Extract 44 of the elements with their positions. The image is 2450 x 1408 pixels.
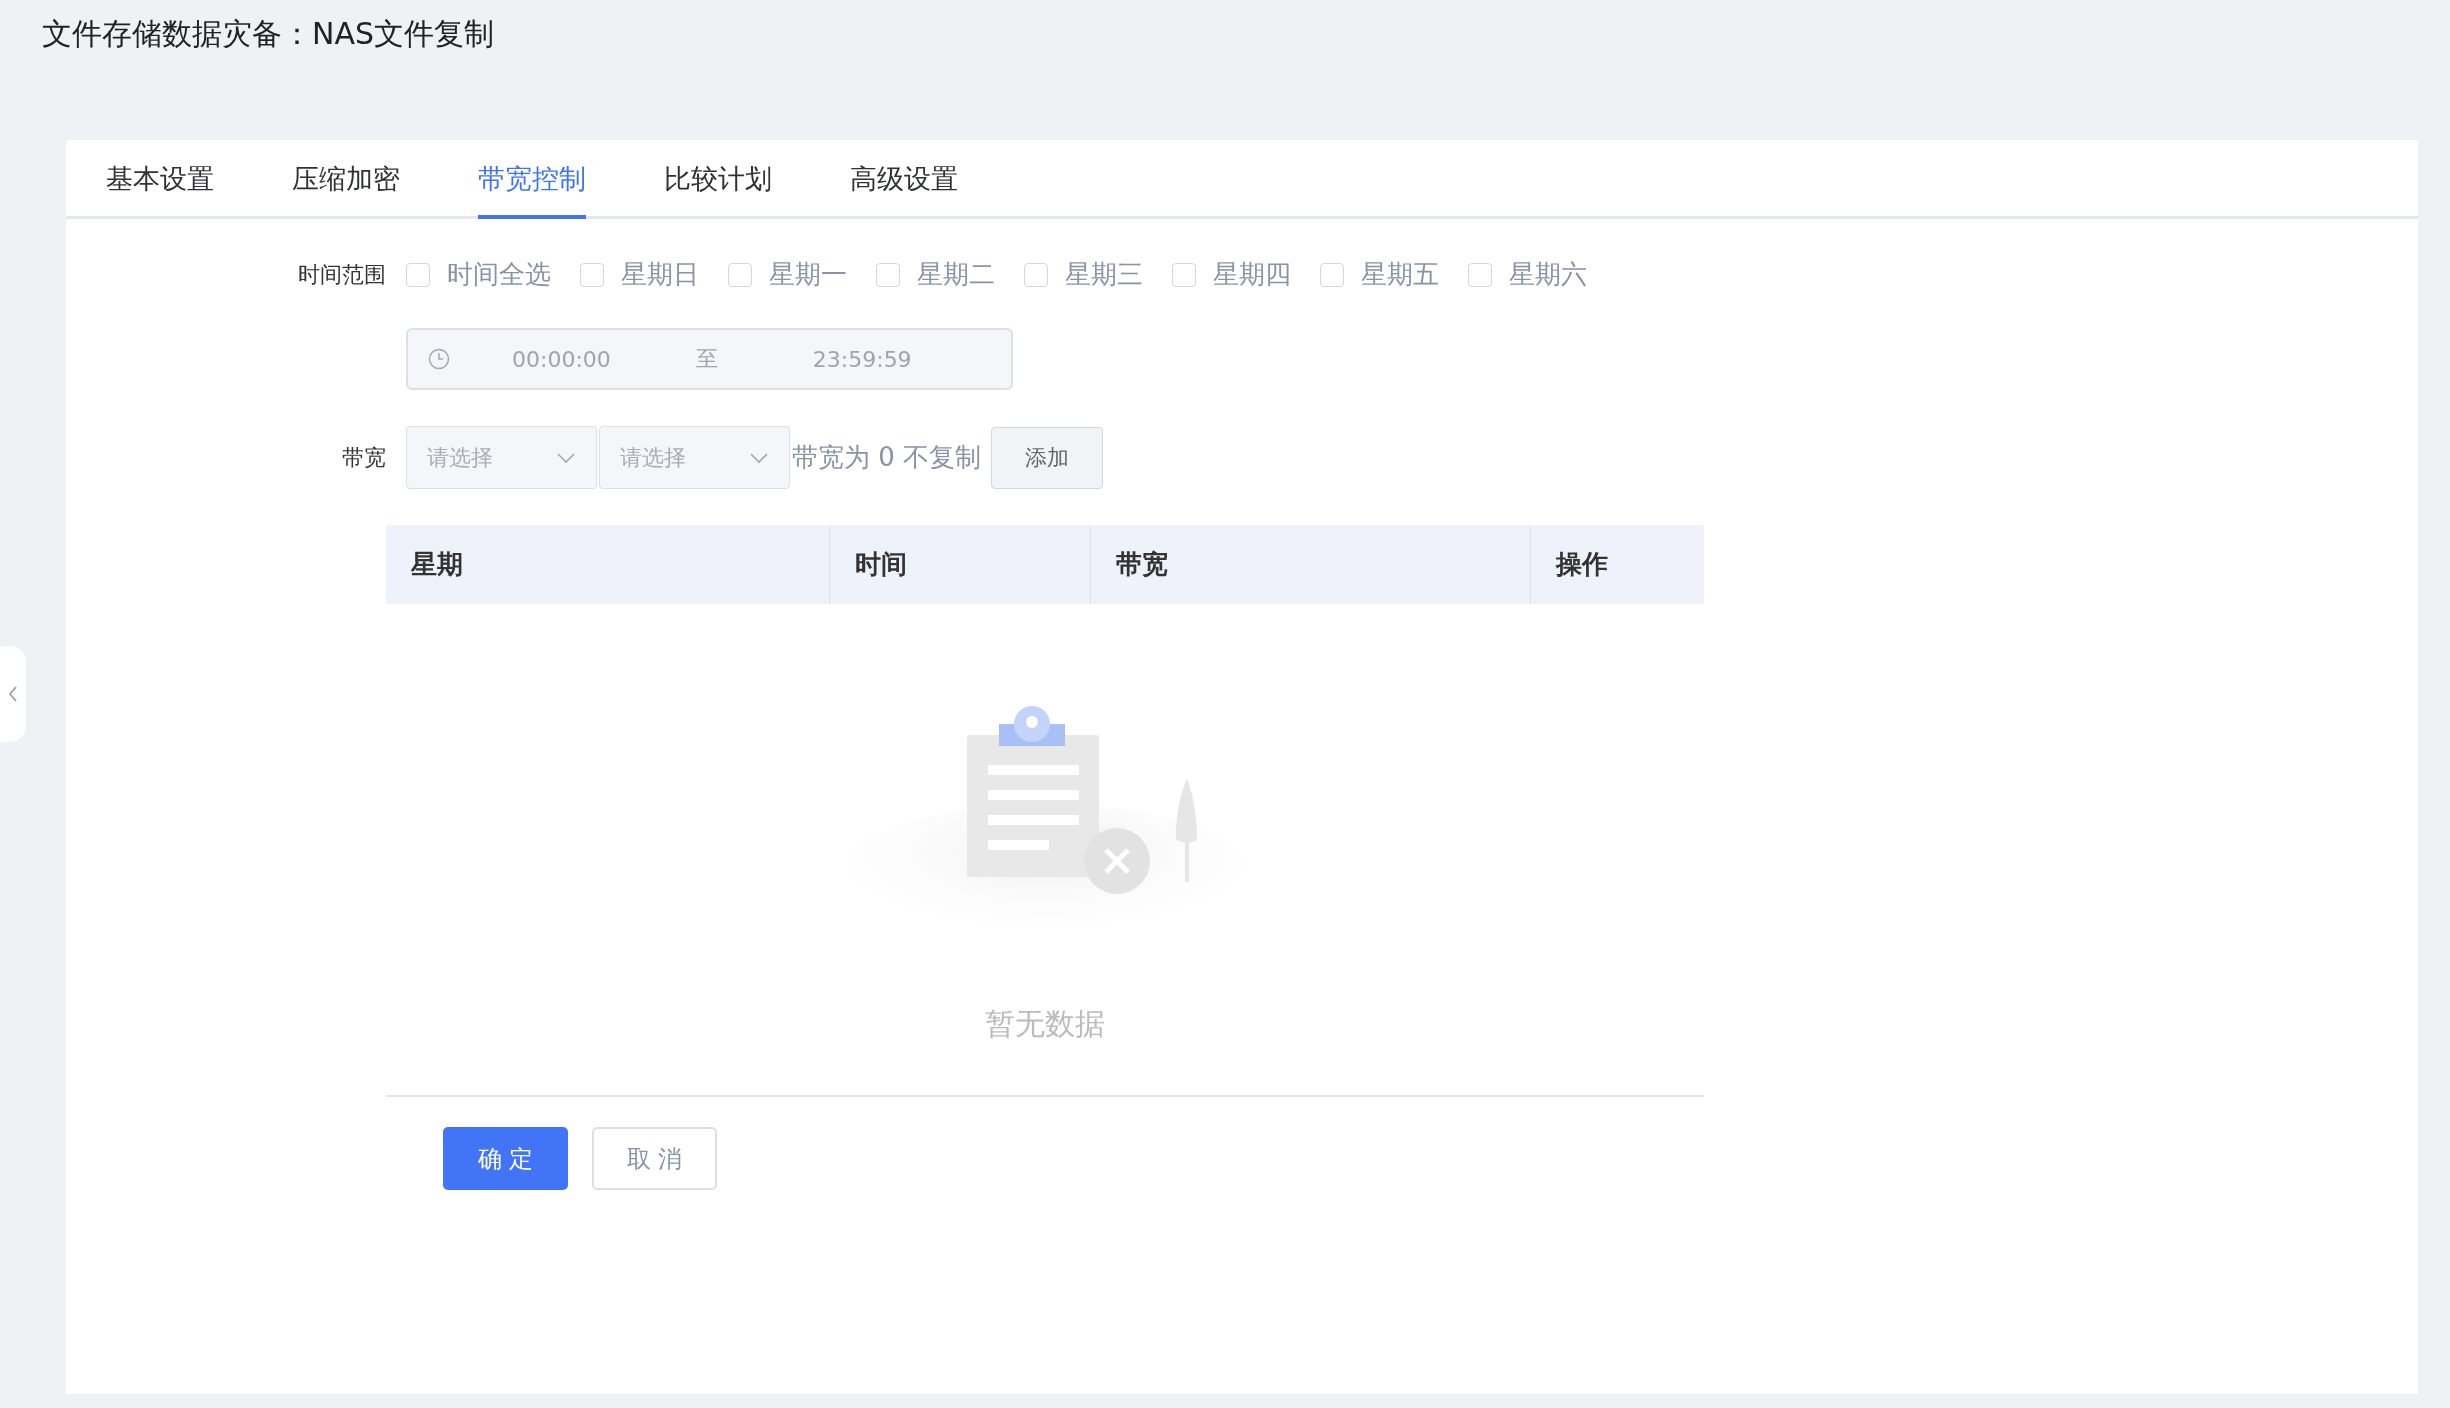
start-time: 00:00:00 — [512, 346, 611, 372]
collapse-tab[interactable] — [0, 646, 26, 742]
checkbox-label: 星期日 — [621, 258, 699, 291]
cancel-button[interactable]: 取 消 — [592, 1127, 717, 1190]
chevron-down-icon — [556, 451, 576, 464]
checkbox[interactable] — [580, 262, 604, 287]
clock-icon — [428, 348, 450, 370]
column-header: 星期 — [410, 548, 464, 581]
tab[interactable]: 基本设置 — [106, 161, 214, 219]
confirm-button[interactable]: 确 定 — [443, 1127, 568, 1190]
checkbox-label: 星期一 — [769, 258, 847, 291]
field-label: 带宽 — [341, 443, 386, 472]
tab[interactable]: 比较计划 — [664, 161, 772, 219]
checkbox-label: 星期二 — [917, 258, 995, 291]
checkbox[interactable] — [406, 262, 430, 287]
chevron-left-icon — [8, 686, 18, 702]
checkbox[interactable] — [1320, 262, 1344, 287]
hint-text: 带宽为 0 不复制 — [792, 441, 982, 474]
empty-text: 暂无数据 — [985, 1005, 1105, 1043]
field-label: 时间范围 — [297, 260, 386, 289]
checkbox[interactable] — [1172, 262, 1196, 287]
tab[interactable]: 带宽控制 — [478, 161, 586, 219]
checkbox[interactable] — [728, 262, 752, 287]
end-time: 23:59:59 — [812, 346, 912, 372]
time-range-field[interactable]: 00:00:00 至 23:59:59 — [406, 328, 1013, 390]
checkbox-label: 星期六 — [1509, 258, 1587, 291]
checkbox-label: 时间全选 — [447, 258, 551, 291]
chevron-down-icon — [749, 451, 769, 464]
checkbox[interactable] — [1024, 262, 1048, 287]
checkbox-label: 星期五 — [1361, 258, 1439, 291]
select-field[interactable]: 请选择 — [599, 426, 790, 489]
tab[interactable]: 压缩加密 — [292, 161, 400, 219]
checkbox-label: 星期四 — [1213, 258, 1291, 291]
column-header: 操作 — [1530, 525, 1704, 604]
checkbox[interactable] — [1468, 262, 1492, 287]
add-button[interactable]: 添加 — [991, 426, 1104, 489]
column-header: 时间 — [829, 525, 1090, 604]
page-title: 文件存储数据灾备：NAS文件复制 — [42, 15, 495, 53]
column-header: 带宽 — [1090, 525, 1530, 604]
checkbox[interactable] — [876, 262, 900, 287]
range-separator: 至 — [695, 345, 718, 373]
tab[interactable]: 高级设置 — [850, 161, 958, 219]
select-field[interactable]: 请选择 — [406, 426, 597, 489]
checkbox-label: 星期三 — [1065, 258, 1143, 291]
